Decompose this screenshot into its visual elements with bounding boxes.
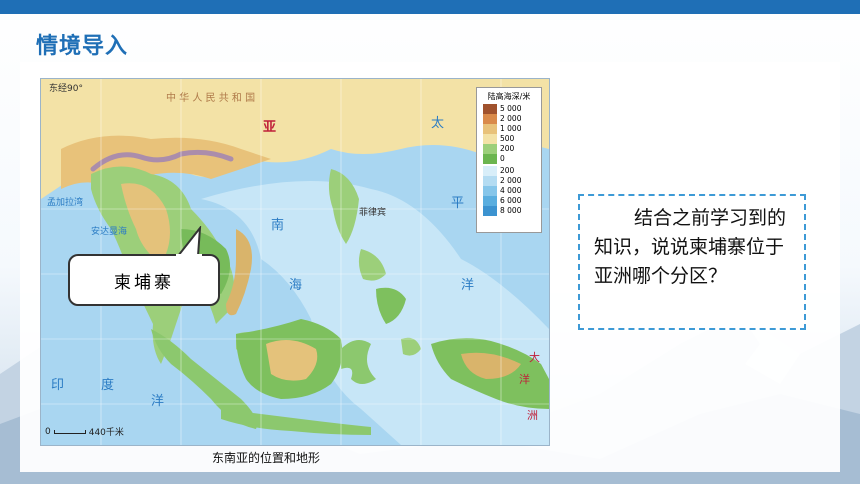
map-legend: 陆高海深/米 5 000 2 000 1 000 500 200 0 200 2… [476,87,542,233]
top-accent-bar [0,0,860,14]
label-nan: 南 [271,217,284,233]
scale-bar: 0 440千米 [45,425,124,439]
callout-pointer [175,226,202,258]
label-oceania-zhou: 洲 [527,409,538,422]
legend-land-4: 500 [500,134,515,143]
legend-title: 陆高海深/米 [487,92,531,101]
question-box: 结合之前学习到的知识，说说柬埔寨位于亚洲哪个分区？ [578,194,806,330]
scale-label: 440千米 [88,428,124,438]
legend-sea-3: 4 000 [500,186,522,195]
legend-land-3: 1 000 [500,124,522,133]
question-text: 结合之前学习到的知识，说说柬埔寨位于亚洲哪个分区？ [594,207,787,287]
label-du: 度 [101,377,114,393]
legend-land-6: 0 [500,154,505,163]
legend-land-1: 5 000 [500,104,522,113]
label-ping: 平 [451,196,464,211]
legend-sea-1: 200 [500,166,515,175]
label-hai: 海 [289,278,302,293]
label-yin: 印 [51,378,64,393]
label-indian-yang: 洋 [151,394,164,409]
label-asia: 亚 [263,120,276,135]
label-china: 中 华 人 民 共 和 国 [166,91,255,104]
label-yang: 洋 [461,278,474,293]
label-andaman: 安达曼海 [91,225,127,237]
longitude-label: 东经90° [49,82,83,94]
legend-land-5: 200 [500,144,515,153]
label-oceania-yang: 洋 [519,372,530,386]
label-tai: 太 [431,116,444,131]
label-philippines: 菲律宾 [359,206,386,218]
scale-zero: 0 [45,426,51,437]
legend-sea-5: 8 000 [500,206,522,215]
callout-text: 柬埔寨 [114,272,174,293]
page-title: 情境导入 [36,34,129,59]
label-oceania-da: 大 [529,350,540,364]
legend-sea-4: 6 000 [500,196,522,205]
map-caption: 东南亚的位置和地形 [212,451,321,465]
label-bengal: 孟加拉湾 [47,196,83,208]
cambodia-callout: 柬埔寨 [68,254,220,306]
legend-land-2: 2 000 [500,114,522,123]
legend-sea-2: 2 000 [500,176,522,185]
